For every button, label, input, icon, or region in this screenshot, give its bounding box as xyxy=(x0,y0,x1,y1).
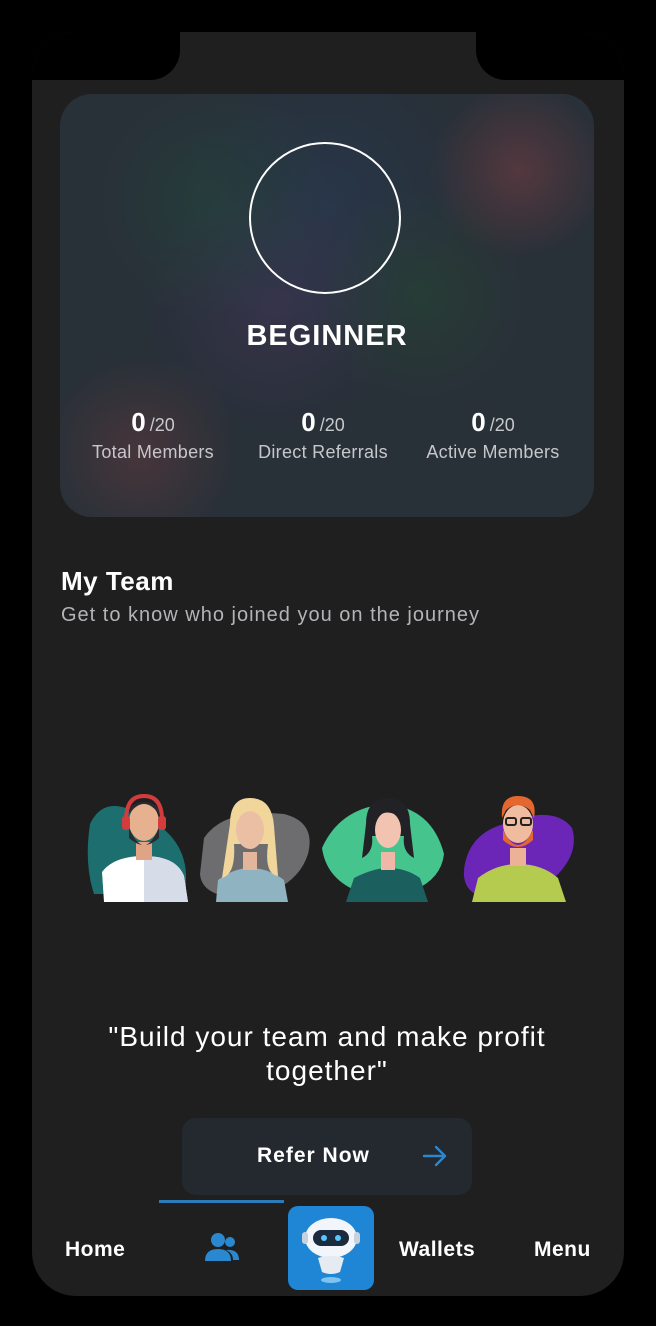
my-team-title: My Team xyxy=(61,566,174,596)
stat-label: Active Members xyxy=(426,442,560,462)
team-member-3-illustration xyxy=(322,798,444,902)
rank-title: BEGINNER xyxy=(246,320,408,352)
nav-menu[interactable]: Menu xyxy=(534,1238,591,1262)
nav-home[interactable]: Home xyxy=(65,1238,125,1262)
team-member-1-illustration xyxy=(87,794,188,902)
stat-label: Total Members xyxy=(92,442,214,462)
stat-value: 0 xyxy=(301,407,316,437)
stat-label: Direct Referrals xyxy=(258,442,388,462)
stat-active-members: 0/20 Active Members xyxy=(412,407,574,463)
phone-screen: BEGINNER 0/20 Total Members 0/20 Direct … xyxy=(32,32,624,1296)
motivation-quote: "Build your team and make profit togethe… xyxy=(108,1021,546,1086)
team-member-2-illustration xyxy=(200,798,310,902)
active-tab-indicator xyxy=(159,1200,284,1203)
arrow-right-icon xyxy=(422,1145,447,1167)
rank-card: BEGINNER 0/20 Total Members 0/20 Direct … xyxy=(60,94,594,517)
bot-nav-button[interactable] xyxy=(288,1206,374,1290)
status-bar-left xyxy=(32,32,180,80)
stat-max: /20 xyxy=(149,415,175,435)
status-bar-right xyxy=(476,32,624,80)
stat-direct-referrals: 0/20 Direct Referrals xyxy=(243,407,403,463)
stat-max: /20 xyxy=(319,415,345,435)
stat-value: 0 xyxy=(131,407,146,437)
rank-badge-avatar xyxy=(249,142,401,294)
team-member-4-illustration xyxy=(463,796,574,902)
robot-icon xyxy=(302,1218,360,1283)
refer-now-button[interactable]: Refer Now xyxy=(182,1118,472,1195)
team-icon[interactable] xyxy=(204,1231,240,1263)
team-illustration xyxy=(87,794,574,902)
stat-value: 0 xyxy=(471,407,486,437)
stat-total-members: 0/20 Total Members xyxy=(78,407,228,463)
refer-now-label: Refer Now xyxy=(257,1144,370,1167)
stat-max: /20 xyxy=(489,415,515,435)
nav-wallets[interactable]: Wallets xyxy=(399,1238,475,1262)
my-team-subtitle: Get to know who joined you on the journe… xyxy=(61,604,481,626)
